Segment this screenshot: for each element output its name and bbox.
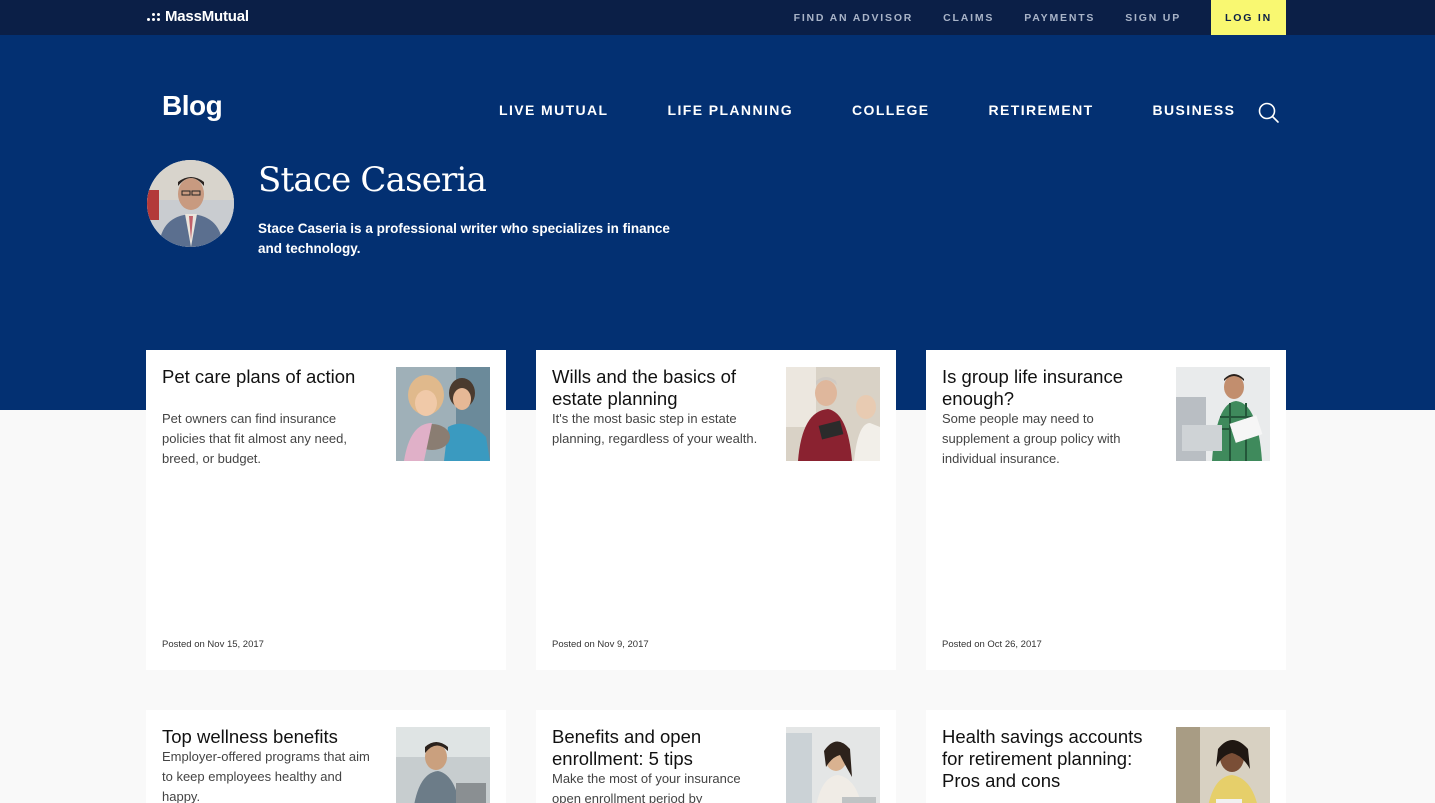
claims-link[interactable]: CLAIMS [943, 12, 994, 24]
utility-bar: MassMutual FIND AN ADVISOR CLAIMS PAYMEN… [0, 0, 1435, 35]
logo-text: MassMutual [165, 8, 249, 25]
article-description: It's the most basic step in estate plann… [552, 411, 758, 446]
author-name: Stace Caseria [258, 160, 487, 200]
article-description: Employer-offered programs that aim to ke… [162, 749, 370, 803]
payments-link[interactable]: PAYMENTS [1024, 12, 1095, 24]
article-card[interactable]: Pet care plans of action Pet owners can … [146, 350, 506, 670]
nav-live-mutual[interactable]: LIVE MUTUAL [499, 102, 609, 118]
article-description: Make the most of your insurance open enr… [552, 771, 741, 803]
article-card[interactable]: Is group life insurance enough? Some peo… [926, 350, 1286, 670]
sign-up-link[interactable]: SIGN UP [1125, 12, 1181, 24]
blog-title[interactable]: Blog [162, 90, 223, 122]
article-date: Posted on Nov 9, 2017 [552, 639, 649, 650]
article-title[interactable]: Health savings accounts for retirement p… [942, 726, 1162, 792]
find-advisor-link[interactable]: FIND AN ADVISOR [794, 12, 914, 24]
article-thumbnail[interactable] [396, 367, 490, 461]
article-title[interactable]: Pet care plans of action [162, 366, 382, 388]
nav-retirement[interactable]: RETIREMENT [989, 102, 1094, 118]
article-thumbnail[interactable] [786, 367, 880, 461]
article-title[interactable]: Wills and the basics of estate planning [552, 366, 772, 410]
article-thumbnail[interactable] [1176, 727, 1270, 803]
article-date: Posted on Oct 26, 2017 [942, 639, 1042, 650]
article-card[interactable]: Wills and the basics of estate planning … [536, 350, 896, 670]
article-title[interactable]: Top wellness benefits [162, 726, 382, 748]
log-in-button[interactable]: LOG IN [1211, 0, 1286, 35]
article-title[interactable]: Benefits and open enrollment: 5 tips [552, 726, 772, 770]
article-date: Posted on Nov 15, 2017 [162, 639, 264, 650]
logo-dots-icon [147, 11, 163, 23]
article-card[interactable]: Top wellness benefits Employer-offered p… [146, 710, 506, 803]
article-card[interactable]: Health savings accounts for retirement p… [926, 710, 1286, 803]
article-card[interactable]: Benefits and open enrollment: 5 tips Mak… [536, 710, 896, 803]
nav-college[interactable]: COLLEGE [852, 102, 929, 118]
article-title[interactable]: Is group life insurance enough? [942, 366, 1162, 410]
article-description: Some people may need to supplement a gro… [942, 411, 1121, 466]
author-avatar [147, 160, 234, 247]
main-nav: LIVE MUTUAL LIFE PLANNING COLLEGE RETIRE… [499, 102, 1294, 118]
nav-business[interactable]: BUSINESS [1153, 102, 1236, 118]
article-description: Pet owners can find insurance policies t… [162, 411, 347, 466]
search-icon[interactable] [1257, 101, 1281, 125]
article-thumbnail[interactable] [1176, 367, 1270, 461]
nav-life-planning[interactable]: LIFE PLANNING [668, 102, 794, 118]
massmutual-logo[interactable]: MassMutual [147, 8, 249, 25]
article-thumbnail[interactable] [786, 727, 880, 803]
author-bio: Stace Caseria is a professional writer w… [258, 221, 670, 256]
utility-links: FIND AN ADVISOR CLAIMS PAYMENTS SIGN UP … [764, 0, 1286, 35]
article-thumbnail[interactable] [396, 727, 490, 803]
